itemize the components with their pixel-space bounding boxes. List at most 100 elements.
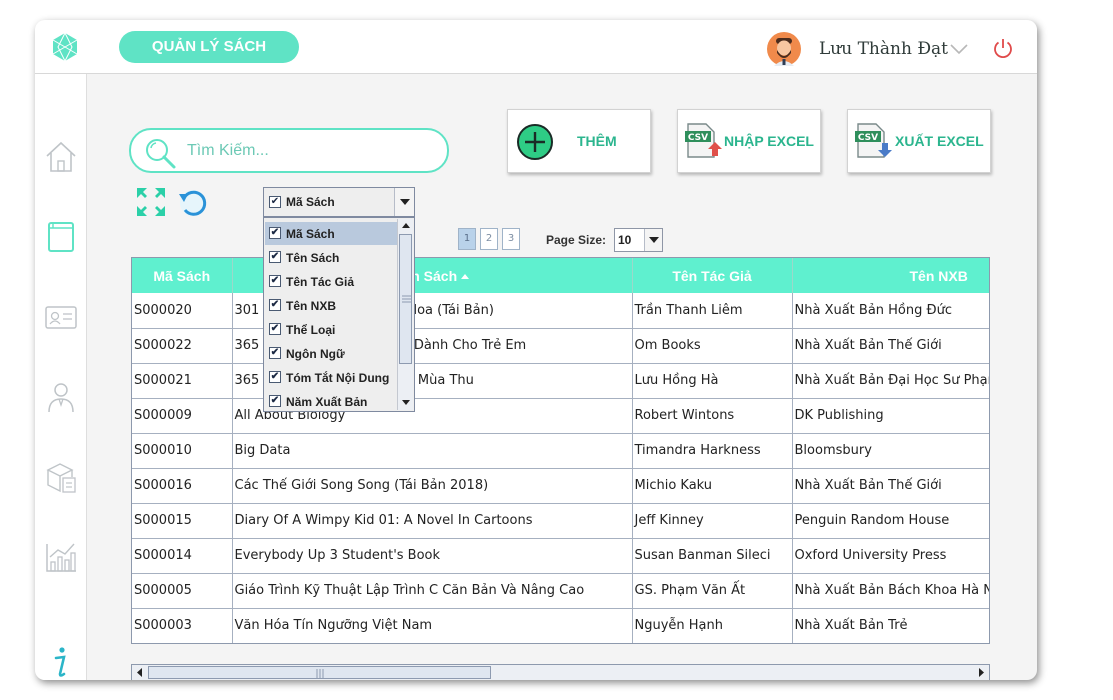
employee-icon[interactable] [45, 380, 77, 414]
table-cell: S000014 [132, 538, 233, 574]
column-filter-value: Mã Sách [286, 195, 335, 209]
table-row[interactable]: S000020301 Câu Đàm Thoại Tiếng Hoa (Tái … [132, 293, 989, 329]
column-option-ten-nxb[interactable]: ✔ Tên NXB [265, 294, 397, 317]
sort-ascending-icon [461, 273, 470, 279]
table-row[interactable]: S000010 Big Data Timandra Harkness Bloomsbu… [132, 433, 989, 469]
column-option-ngon-ngu[interactable]: ✔ Ngôn Ngữ [265, 342, 397, 365]
option-label: Tên Tác Giả [286, 275, 355, 289]
column-header-ma-sach[interactable]: Mã Sách [132, 258, 233, 293]
chevron-down-icon[interactable] [644, 229, 662, 251]
option-label: Tên Sách [286, 251, 340, 265]
add-icon [517, 124, 553, 160]
scroll-up-icon[interactable] [400, 221, 412, 231]
search-input[interactable] [187, 139, 427, 163]
csv-tag: CSV [688, 133, 708, 143]
dropdown-scrollbar[interactable] [397, 219, 413, 410]
csv-export-icon: CSV [855, 123, 892, 158]
option-checkbox[interactable]: ✔ [269, 275, 281, 287]
scroll-left-icon[interactable] [133, 666, 147, 679]
column-option-tom-tat[interactable]: ✔ Tóm Tắt Nội Dung [265, 366, 397, 389]
column-header-ten-tac-gia[interactable]: Tên Tác Giả [632, 258, 793, 293]
option-checkbox[interactable]: ✔ [269, 395, 281, 407]
import-excel-button[interactable]: CSV NHẬP EXCEL [677, 109, 821, 173]
table-cell: Nhà Xuất Bản Đại Học Sư Phạm [792, 363, 989, 399]
table-cell: S000005 [132, 573, 233, 609]
option-checkbox[interactable]: ✔ [269, 371, 281, 383]
option-checkbox[interactable]: ✔ [269, 227, 281, 239]
table-scroll-thumb[interactable] [148, 666, 491, 679]
page-size-select[interactable]: 10 [614, 228, 663, 252]
column-option-ma-sach[interactable]: ✔ Mã Sách [265, 222, 397, 245]
option-checkbox[interactable]: ✔ [269, 347, 281, 359]
option-checkbox[interactable]: ✔ [269, 323, 281, 335]
column-option-ten-tac-gia[interactable]: ✔ Tên Tác Giả [265, 270, 397, 293]
id-card-icon[interactable] [45, 300, 77, 334]
refresh-icon[interactable] [177, 186, 209, 218]
column-header-ten-nxb[interactable]: Tên NXB [792, 258, 989, 293]
package-icon[interactable] [45, 460, 77, 494]
table-cell: GS. Phạm Văn Ất [632, 573, 793, 609]
table-cell: Văn Hóa Tín Ngưỡng Việt Nam [232, 608, 633, 643]
option-label: Mã Sách [286, 227, 335, 241]
table-row[interactable]: S000009 All About Biology Robert Wintons DK… [132, 398, 989, 434]
scroll-right-icon[interactable] [974, 666, 988, 679]
export-excel-label: XUẤT EXCEL [895, 133, 984, 149]
table-cell: S000021 [132, 363, 233, 399]
option-checkbox[interactable]: ✔ [269, 251, 281, 263]
power-icon[interactable] [992, 37, 1014, 59]
column-option-ten-sach[interactable]: ✔ Tên Sách [265, 246, 397, 269]
table-row[interactable]: S000003 Văn Hóa Tín Ngưỡng Việt Nam Nguyễ… [132, 608, 989, 643]
chart-icon[interactable] [45, 540, 77, 574]
app-window: QUẢN LÝ SÁCH Lưu Thành Đạt Tìm Kiếm... T… [35, 20, 1037, 680]
table-horizontal-scrollbar[interactable] [131, 664, 990, 680]
user-name[interactable]: Lưu Thành Đạt [819, 39, 948, 59]
chevron-down-icon[interactable] [394, 188, 414, 216]
add-button-label: THÊM [577, 133, 617, 149]
export-excel-button[interactable]: CSV XUẤT EXCEL [847, 109, 991, 173]
table-cell: S000020 [132, 293, 233, 329]
option-label: Ngôn Ngữ [286, 347, 345, 361]
table-row[interactable]: S000014 Everybody Up 3 Student's Book Susa… [132, 538, 989, 574]
table-cell: S000016 [132, 468, 233, 504]
table-row[interactable]: S000022365 Truyện Kể Hằng Đêm - Dành Cho… [132, 328, 989, 364]
page-button-1[interactable]: 1 [458, 228, 476, 250]
book-icon[interactable] [45, 220, 77, 254]
page-button-3[interactable]: 3 [502, 228, 520, 250]
expand-icon[interactable] [135, 186, 167, 218]
column-header-label: Mã Sách [153, 267, 211, 284]
column-option-nam-xuat-ban[interactable]: ✔ Năm Xuất Bản [265, 390, 397, 413]
table-header-row: Mã Sách Tên Sách Tên Tác Giả Tên NXB [132, 258, 989, 293]
table-cell: Diary Of A Wimpy Kid 01: A Novel In Cart… [232, 503, 633, 539]
table-cell: S000003 [132, 608, 233, 643]
table-cell: Nhà Xuất Bản Hồng Đức [792, 293, 989, 329]
home-icon[interactable] [45, 140, 77, 174]
table-cell: S000009 [132, 398, 233, 434]
search-box[interactable] [129, 128, 449, 173]
page-button-2[interactable]: 2 [480, 228, 498, 250]
table-cell: S000022 [132, 328, 233, 364]
info-icon[interactable] [45, 646, 77, 680]
table-row[interactable]: S000021365 Ngày Yêu Thương - Tập Mùa Thu… [132, 363, 989, 399]
table-cell: Penguin Random House [792, 503, 989, 539]
table-row[interactable]: S000015 Diary Of A Wimpy Kid 01: A Novel … [132, 503, 989, 539]
table-row[interactable]: S000016 Các Thế Giới Song Song (Tái Bản 2… [132, 468, 989, 504]
option-label: Tóm Tắt Nội Dung [286, 371, 390, 385]
dropdown-scroll-thumb[interactable] [399, 234, 412, 364]
sidebar [35, 74, 87, 680]
column-option-the-loai[interactable]: ✔ Thể Loại [265, 318, 397, 341]
chevron-down-icon[interactable] [949, 42, 969, 56]
table-cell: Michio Kaku [632, 468, 793, 504]
option-checkbox[interactable]: ✔ [269, 299, 281, 311]
table-row[interactable]: S000005 Giáo Trình Kỹ Thuật Lập Trình C C… [132, 573, 989, 609]
option-label: Tên NXB [286, 299, 337, 313]
table-cell: Các Thế Giới Song Song (Tái Bản 2018) [232, 468, 633, 504]
page-size-value: 10 [618, 233, 632, 247]
scroll-down-icon[interactable] [400, 397, 412, 407]
column-filter-select[interactable]: ✔ Mã Sách [263, 187, 415, 217]
column-filter-checkbox: ✔ [269, 196, 281, 208]
table-cell: Nguyễn Hạnh [632, 608, 793, 643]
add-button[interactable]: THÊM [507, 109, 651, 173]
avatar[interactable] [767, 32, 801, 66]
table-cell: Nhà Xuất Bản Thế Giới [792, 468, 989, 504]
table-cell: Susan Banman Sileci [632, 538, 793, 574]
